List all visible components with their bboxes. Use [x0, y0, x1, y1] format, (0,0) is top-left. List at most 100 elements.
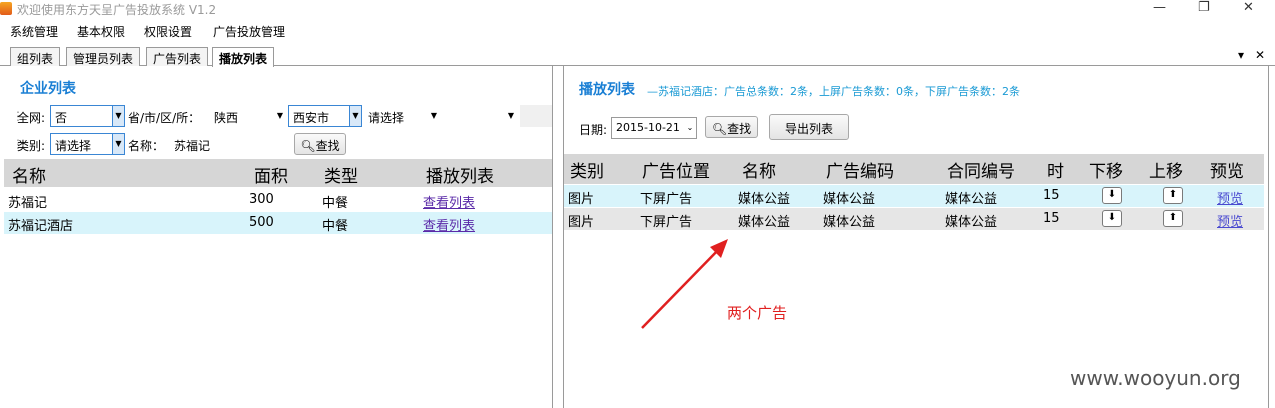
cell-contract: 媒体公益: [945, 192, 998, 207]
minimize-button[interactable]: —: [1153, 0, 1166, 15]
company-search-button[interactable]: 🔍︎查找: [294, 133, 346, 155]
chevron-down-icon: ▼: [276, 111, 284, 120]
name-input[interactable]: 苏福记: [169, 133, 289, 155]
menu-bar: 系统管理 基本权限 权限设置 广告投放管理: [0, 20, 1275, 42]
date-value: 2015-10-21: [616, 121, 680, 134]
maximize-button[interactable]: ❐: [1198, 0, 1210, 15]
name-input-value: 苏福记: [174, 139, 211, 153]
cell-name: 苏福记: [8, 196, 48, 211]
search-icon: 🔍︎: [300, 139, 316, 153]
window-title: 欢迎使用东方天呈广告投放系统 V1.2: [17, 3, 217, 17]
col-position: 广告位置: [642, 162, 710, 182]
cell-type: 中餐: [322, 219, 349, 234]
tab-bar: 组列表 管理员列表 广告列表 播放列表 ▾ ✕: [0, 45, 1275, 67]
province-select[interactable]: 陕西 ▼: [209, 105, 287, 127]
playlist-table-header: 类别 广告位置 名称 广告编码 合同编号 时 下移 上移 预览: [564, 154, 1264, 184]
tab-dropdown-icon[interactable]: ▾: [1238, 48, 1244, 62]
all-network-value: 否: [55, 111, 68, 125]
tab-admin-list[interactable]: 管理员列表: [66, 47, 141, 66]
type-select[interactable]: 请选择 ▼: [50, 133, 125, 155]
col-preview: 预览: [1210, 162, 1244, 182]
arrow-down-icon[interactable]: ⬇: [1102, 210, 1122, 227]
arrow-down-icon[interactable]: ⬇: [1102, 187, 1122, 204]
subdistrict-select[interactable]: ▼: [442, 105, 518, 127]
tab-group-list[interactable]: 组列表: [10, 47, 61, 66]
view-list-link[interactable]: 查看列表: [423, 196, 475, 211]
menu-basic-permission[interactable]: 基本权限: [77, 23, 125, 40]
playlist-search-button[interactable]: 🔍︎查找: [705, 116, 758, 138]
menu-ad-delivery[interactable]: 广告投放管理: [213, 23, 285, 40]
cell-position: 下屏广告: [640, 215, 693, 230]
menu-system[interactable]: 系统管理: [10, 23, 58, 40]
cell-code: 媒体公益: [823, 192, 876, 207]
col-category: 类别: [570, 162, 604, 182]
cell-duration: 15: [1043, 211, 1060, 226]
company-search-label: 查找: [315, 139, 340, 153]
cell-name: 苏福记酒店: [8, 219, 74, 234]
toolbar-filler: [520, 105, 552, 127]
cell-category: 图片: [568, 192, 595, 207]
cell-position: 下屏广告: [640, 192, 693, 207]
tab-ad-list[interactable]: 广告列表: [146, 47, 209, 66]
chevron-down-icon: ▼: [507, 111, 515, 120]
company-list-pane: 企业列表 ⋮ 全网: 否 ▼ 省/市/区/所： 陕西 ▼ 西安市 ▼ 请选择 ▼…: [4, 71, 552, 408]
export-list-button[interactable]: 导出列表: [769, 114, 849, 140]
cell-contract: 媒体公益: [945, 215, 998, 230]
right-border: [1268, 66, 1275, 408]
district-select[interactable]: 请选择 ▼: [363, 105, 441, 127]
close-window-button[interactable]: ✕: [1243, 0, 1254, 15]
app-icon: [0, 2, 12, 15]
col-name: 名称: [742, 162, 776, 182]
annotation-text: 两个广告: [727, 304, 788, 322]
pane-splitter[interactable]: [552, 66, 564, 408]
arrow-up-icon[interactable]: ⬆: [1163, 210, 1183, 227]
search-icon: 🔍︎: [711, 122, 728, 136]
chevron-down-icon: ⌄: [686, 123, 694, 132]
col-playlist: 播放列表: [426, 167, 494, 187]
cell-category: 图片: [568, 215, 595, 230]
table-row[interactable]: 苏福记 300 中餐 查看列表: [4, 189, 552, 211]
chevron-down-icon: ▼: [112, 106, 124, 126]
menu-permission-settings[interactable]: 权限设置: [144, 23, 192, 40]
tab-play-list[interactable]: 播放列表: [212, 47, 275, 67]
cell-name: 媒体公益: [738, 215, 791, 230]
cell-type: 中餐: [322, 196, 349, 211]
date-label: 日期:: [579, 123, 608, 137]
playlist-search-label: 查找: [727, 122, 752, 136]
cell-name: 媒体公益: [738, 192, 791, 207]
all-network-select[interactable]: 否 ▼: [50, 105, 125, 127]
type-label: 类别:: [17, 139, 46, 153]
col-contract: 合同编号: [947, 162, 1015, 182]
view-list-link[interactable]: 查看列表: [423, 219, 475, 234]
table-row[interactable]: 图片 下屏广告 媒体公益 媒体公益 媒体公益 15 ⬇ ⬆ 预览: [564, 208, 1264, 230]
cell-area: 300: [249, 192, 274, 207]
name-label: 名称：: [128, 139, 165, 153]
col-duration: 时: [1047, 162, 1064, 182]
province-value: 陕西: [214, 111, 239, 125]
cell-duration: 15: [1043, 188, 1060, 203]
annotation-arrow-icon: [641, 239, 728, 329]
preview-link[interactable]: 预览: [1217, 192, 1243, 207]
title-bar: 欢迎使用东方天呈广告投放系统 V1.2 — ❐ ✕: [0, 0, 1275, 18]
cell-code: 媒体公益: [823, 215, 876, 230]
company-table-header: 名称 面积 类型 播放列表: [4, 159, 552, 187]
watermark: www.wooyun.org: [1070, 366, 1241, 390]
tab-close-icon[interactable]: ✕: [1255, 48, 1265, 62]
table-row[interactable]: 苏福记酒店 500 中餐 查看列表: [4, 212, 552, 234]
city-select[interactable]: 西安市 ▼: [288, 105, 362, 127]
cell-area: 500: [249, 215, 274, 230]
date-picker[interactable]: 2015-10-21 ⌄: [611, 117, 697, 139]
preview-link[interactable]: 预览: [1217, 215, 1243, 230]
company-list-title: 企业列表: [20, 81, 76, 97]
col-move-down: 下移: [1089, 162, 1123, 182]
type-value: 请选择: [55, 139, 92, 153]
arrow-up-icon[interactable]: ⬆: [1163, 187, 1183, 204]
chevron-down-icon: ▼: [349, 106, 361, 126]
play-list-title: 播放列表: [579, 82, 635, 98]
table-row[interactable]: 图片 下屏广告 媒体公益 媒体公益 媒体公益 15 ⬇ ⬆ 预览: [564, 185, 1264, 207]
col-move-up: 上移: [1149, 162, 1183, 182]
play-list-summary: —苏福记酒店：广告总条数：2条，上屏广告条数：0条，下屏广告条数：2条: [647, 85, 1020, 98]
col-type: 类型: [324, 167, 358, 187]
region-label: 省/市/区/所：: [128, 111, 201, 125]
district-value: 请选择: [368, 111, 405, 125]
